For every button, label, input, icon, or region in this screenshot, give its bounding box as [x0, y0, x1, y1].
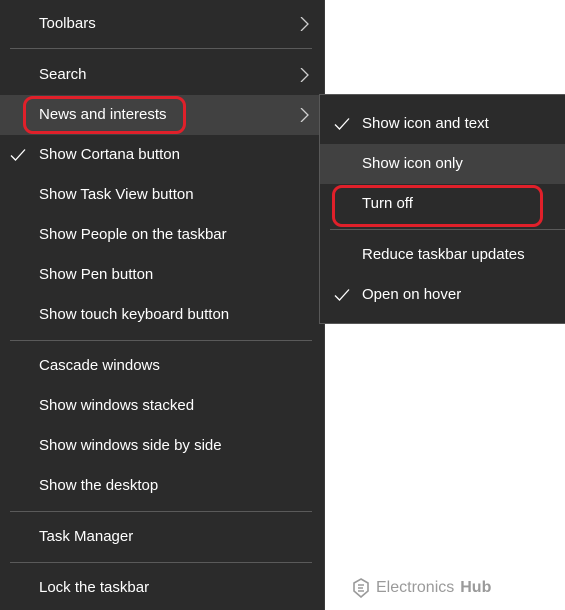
menu-item-news-and-interests[interactable]: News and interests — [0, 95, 325, 135]
menu-item-label: Show touch keyboard button — [39, 306, 230, 323]
menu-separator — [10, 340, 312, 341]
submenu-item-label: Show icon and text — [362, 115, 489, 132]
menu-item-label: Show windows stacked — [39, 397, 195, 414]
menu-item-show-pen-button[interactable]: Show Pen button — [0, 255, 325, 295]
checkmark-icon — [334, 118, 350, 130]
menu-item-show-task-view-button[interactable]: Show Task View button — [0, 175, 325, 215]
menu-item-label: Show Cortana button — [39, 146, 180, 163]
menu-item-label: Show Pen button — [39, 266, 154, 283]
submenu-item-show-icon-only[interactable]: Show icon only — [320, 144, 565, 184]
submenu-item-turn-off[interactable]: Turn off — [320, 184, 565, 224]
submenu-item-label: Show icon only — [362, 155, 463, 172]
menu-separator — [10, 48, 312, 49]
checkmark-icon — [334, 289, 350, 301]
submenu-separator — [330, 229, 565, 230]
menu-item-label: Lock the taskbar — [39, 579, 150, 596]
menu-item-lock-the-taskbar[interactable]: Lock the taskbar — [0, 568, 325, 608]
menu-item-label: Search — [39, 66, 87, 83]
menu-item-search[interactable]: Search — [0, 55, 325, 95]
submenu-item-reduce-taskbar-updates[interactable]: Reduce taskbar updates — [320, 235, 565, 275]
watermark-text-bold: Hub — [460, 579, 492, 596]
menu-item-task-manager[interactable]: Task Manager — [0, 517, 325, 557]
chevron-right-icon — [300, 108, 309, 122]
submenu-item-label: Reduce taskbar updates — [362, 246, 525, 263]
menu-separator — [10, 511, 312, 512]
menu-item-cascade-windows[interactable]: Cascade windows — [0, 346, 325, 386]
news-and-interests-submenu: Show icon and text Show icon only Turn o… — [319, 94, 565, 324]
chevron-right-icon — [300, 68, 309, 82]
menu-item-label: Show People on the taskbar — [39, 226, 227, 243]
menu-item-label: Task Manager — [39, 528, 134, 545]
menu-item-show-the-desktop[interactable]: Show the desktop — [0, 466, 325, 506]
menu-item-label: Cascade windows — [39, 357, 160, 374]
menu-item-label: Show the desktop — [39, 477, 159, 494]
chevron-right-icon — [300, 17, 309, 31]
menu-item-label: Show Task View button — [39, 186, 194, 203]
menu-item-show-touch-keyboard-button[interactable]: Show touch keyboard button — [0, 295, 325, 335]
electronics-hub-logo-icon — [353, 578, 369, 598]
watermark-text: Electronics — [376, 579, 455, 596]
menu-item-label: Toolbars — [39, 15, 96, 32]
taskbar-context-menu: Toolbars Search News and interests Show … — [0, 0, 325, 610]
menu-item-label: News and interests — [39, 106, 167, 123]
menu-item-show-windows-side-by-side[interactable]: Show windows side by side — [0, 426, 325, 466]
menu-item-label: Show windows side by side — [39, 437, 222, 454]
menu-separator — [10, 562, 312, 563]
menu-item-toolbars[interactable]: Toolbars — [0, 4, 325, 44]
menu-item-show-people-on-taskbar[interactable]: Show People on the taskbar — [0, 215, 325, 255]
watermark: Electronics Hub — [352, 578, 491, 598]
checkmark-icon — [10, 149, 26, 161]
submenu-item-label: Turn off — [362, 195, 413, 212]
submenu-item-show-icon-and-text[interactable]: Show icon and text — [320, 104, 565, 144]
menu-item-show-windows-stacked[interactable]: Show windows stacked — [0, 386, 325, 426]
submenu-item-open-on-hover[interactable]: Open on hover — [320, 275, 565, 315]
submenu-item-label: Open on hover — [362, 286, 462, 303]
menu-item-show-cortana-button[interactable]: Show Cortana button — [0, 135, 325, 175]
